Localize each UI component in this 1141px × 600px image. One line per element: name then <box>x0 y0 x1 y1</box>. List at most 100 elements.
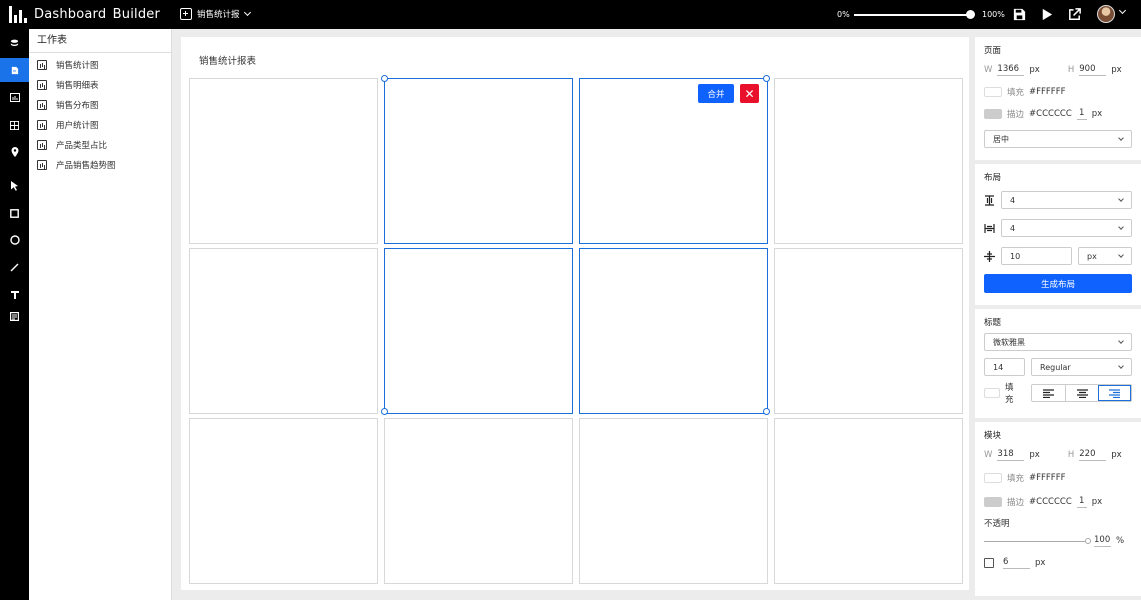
align-center-icon[interactable] <box>1065 385 1098 401</box>
pointer-icon[interactable] <box>0 174 29 198</box>
tool-rail <box>0 29 29 600</box>
layout-cell-selected[interactable] <box>579 248 768 414</box>
circle-icon[interactable] <box>0 228 29 252</box>
page-stroke-width-input[interactable]: 1 <box>1076 108 1087 120</box>
zoom-slider[interactable] <box>854 14 970 16</box>
page-align-value: 居中 <box>993 134 1009 144</box>
rows-select[interactable]: 4 <box>1001 191 1132 209</box>
align-right-icon[interactable] <box>1098 385 1131 401</box>
text-align-group <box>1031 384 1132 402</box>
worksheet-item-label: 产品销售趋势图 <box>56 161 116 171</box>
resize-handle[interactable] <box>763 75 770 82</box>
chart-icon <box>37 120 47 130</box>
layout-cell[interactable] <box>579 418 768 584</box>
chart-icon[interactable] <box>0 85 29 109</box>
add-box-icon[interactable] <box>180 8 192 20</box>
gap-unit-select[interactable]: px <box>1078 247 1132 265</box>
page-width-input[interactable]: 1366 <box>997 64 1025 76</box>
opacity-input[interactable]: 100 <box>1094 535 1111 547</box>
block-height-input[interactable]: 220 <box>1079 449 1107 461</box>
save-icon[interactable] <box>1012 7 1027 22</box>
table-icon[interactable] <box>0 113 29 137</box>
line-icon[interactable] <box>0 255 29 279</box>
font-weight-value: Regular <box>1040 362 1071 372</box>
chevron-down-icon <box>1118 362 1124 369</box>
layout-cell[interactable] <box>384 418 573 584</box>
chevron-down-icon <box>1118 134 1124 141</box>
resize-handle[interactable] <box>763 408 770 415</box>
worksheet-panel-title: 工作表 <box>29 29 171 53</box>
block-stroke-swatch[interactable] <box>984 497 1002 507</box>
layout-cell-selected[interactable] <box>384 78 573 244</box>
layout-cell-selected[interactable] <box>579 78 768 244</box>
report-title[interactable]: 销售统计报表 <box>199 53 256 67</box>
resize-handle[interactable] <box>381 75 388 82</box>
location-pin-icon[interactable] <box>0 140 29 164</box>
worksheet-item[interactable]: 销售统计图 <box>29 55 171 75</box>
report-file-menu[interactable]: 销售统计报 <box>180 8 251 20</box>
opacity-unit: % <box>1116 536 1125 546</box>
open-external-icon[interactable] <box>1067 7 1082 22</box>
layout-cell[interactable] <box>189 248 378 414</box>
block-stroke-value[interactable]: #CCCCCC <box>1029 497 1072 507</box>
opacity-slider-knob[interactable] <box>1085 538 1091 544</box>
chevron-down-icon[interactable] <box>243 8 251 17</box>
font-family-select[interactable]: 微软雅黑 <box>984 333 1132 351</box>
merge-button[interactable]: 合并 <box>698 84 734 103</box>
report-canvas[interactable]: 销售统计报表 合并 ✕ <box>181 37 969 590</box>
avatar-chevron-down-icon[interactable] <box>1118 6 1127 15</box>
page-stroke-value[interactable]: #CCCCCC <box>1029 109 1072 119</box>
layout-cell[interactable] <box>189 78 378 244</box>
gap-input[interactable]: 10 <box>1001 247 1072 265</box>
layout-cell-selected[interactable] <box>384 248 573 414</box>
page-fill-value[interactable]: #FFFFFF <box>1029 87 1065 97</box>
heading-fill-swatch[interactable] <box>984 388 1001 398</box>
corner-radius-checkbox[interactable] <box>984 558 994 568</box>
rectangle-icon[interactable] <box>0 201 29 225</box>
page-height-input[interactable]: 900 <box>1079 64 1107 76</box>
height-label: H <box>1067 450 1075 460</box>
page-align-select[interactable]: 居中 <box>984 130 1132 148</box>
chevron-down-icon <box>1118 223 1124 230</box>
user-avatar[interactable] <box>1097 5 1115 23</box>
layout-cell[interactable] <box>189 418 378 584</box>
zoom-slider-knob[interactable] <box>966 10 975 19</box>
close-icon[interactable]: ✕ <box>740 84 759 103</box>
layout-cell[interactable] <box>774 248 963 414</box>
worksheet-item[interactable]: 产品类型占比 <box>29 135 171 155</box>
gap-unit-value: px <box>1087 251 1097 261</box>
image-icon[interactable] <box>0 304 29 328</box>
corner-radius-input[interactable]: 6 <box>1003 557 1030 569</box>
worksheet-item[interactable]: 销售明细表 <box>29 75 171 95</box>
play-icon[interactable] <box>1039 7 1054 22</box>
opacity-slider[interactable] <box>984 536 1091 546</box>
worksheet-item[interactable]: 用户统计图 <box>29 115 171 135</box>
page-fill-swatch[interactable] <box>984 87 1002 97</box>
align-left-icon[interactable] <box>1032 385 1065 401</box>
layout-cell[interactable] <box>774 418 963 584</box>
resize-handle[interactable] <box>381 408 388 415</box>
font-weight-select[interactable]: Regular <box>1031 358 1132 376</box>
opacity-label: 不透明 <box>984 519 1010 529</box>
worksheet-item-label: 用户统计图 <box>56 121 99 131</box>
height-label: H <box>1067 65 1075 75</box>
rows-icon <box>985 194 994 206</box>
columns-value: 4 <box>1010 223 1016 233</box>
page-stroke-swatch[interactable] <box>984 109 1002 119</box>
layout-cell[interactable] <box>774 78 963 244</box>
generate-layout-button[interactable]: 生成布局 <box>984 274 1132 293</box>
block-fill-value[interactable]: #FFFFFF <box>1029 473 1065 483</box>
columns-select[interactable]: 4 <box>1001 219 1132 237</box>
layout-section: 布局 4 4 10 px 生成布局 <box>975 164 1141 309</box>
font-family-value: 微软雅黑 <box>993 337 1025 347</box>
worksheet-icon[interactable] <box>0 58 29 82</box>
worksheet-item[interactable]: 销售分布图 <box>29 95 171 115</box>
block-width-input[interactable]: 318 <box>997 449 1025 461</box>
worksheet-item[interactable]: 产品销售趋势图 <box>29 155 171 175</box>
report-name[interactable]: 销售统计报 <box>197 8 240 20</box>
block-fill-swatch[interactable] <box>984 473 1002 483</box>
database-icon[interactable] <box>0 31 29 55</box>
width-label: W <box>984 65 993 75</box>
font-size-input[interactable]: 14 <box>984 358 1025 376</box>
block-stroke-width-input[interactable]: 1 <box>1076 496 1087 508</box>
